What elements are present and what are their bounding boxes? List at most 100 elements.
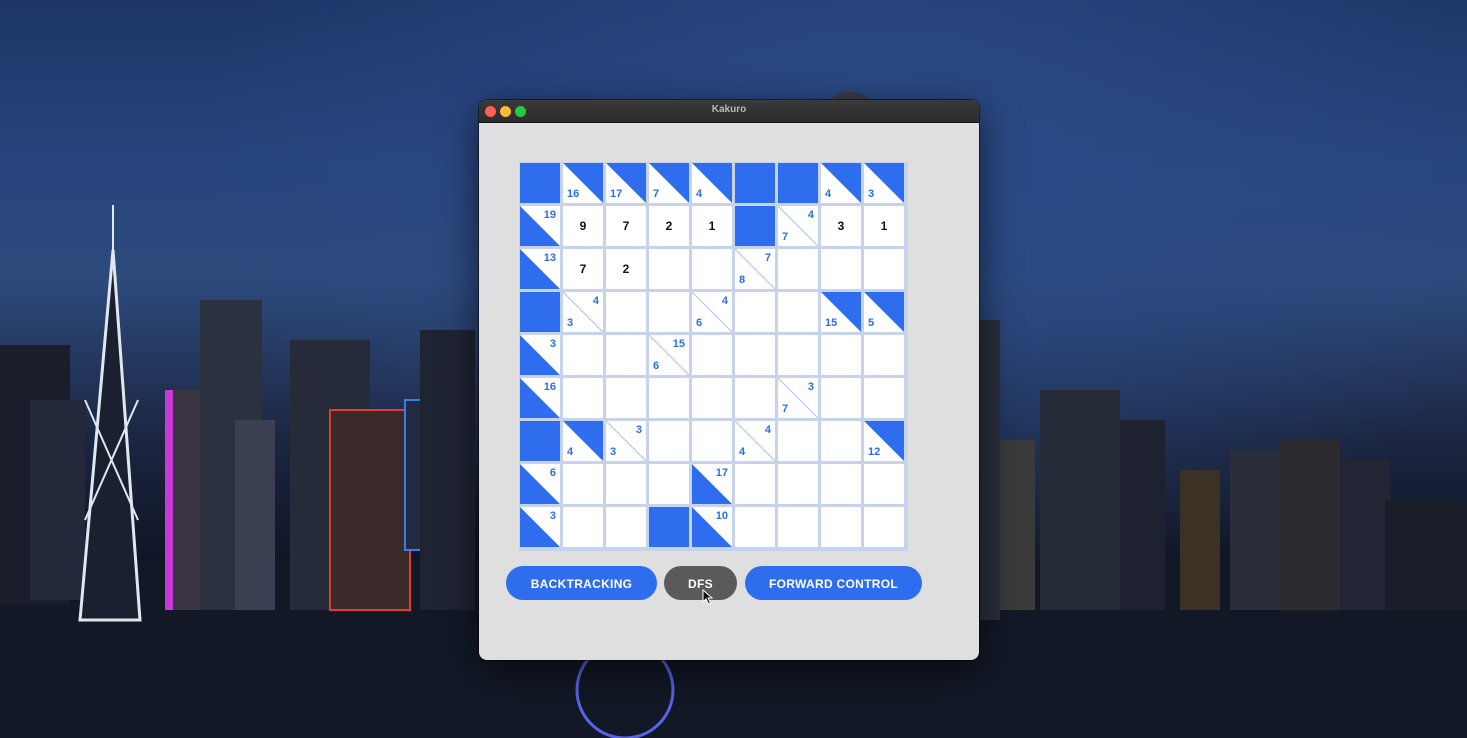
row-clue: 19 <box>543 209 556 221</box>
clue-cell: 37 <box>778 378 818 418</box>
entry-cell[interactable] <box>778 292 818 332</box>
entry-cell[interactable]: 2 <box>649 206 689 246</box>
column-clue: 8 <box>739 274 746 286</box>
entry-cell[interactable] <box>778 421 818 461</box>
entry-cell[interactable] <box>821 249 861 289</box>
row-clue: 7 <box>764 252 771 264</box>
entry-cell[interactable] <box>692 249 732 289</box>
clue-cell: 4 <box>563 421 603 461</box>
row-clue: 13 <box>543 252 556 264</box>
entry-cell[interactable] <box>606 378 646 418</box>
column-clue: 3 <box>567 317 574 329</box>
entry-cell[interactable] <box>649 249 689 289</box>
entry-cell[interactable] <box>821 464 861 504</box>
clue-cell: 5 <box>864 292 904 332</box>
block-cell <box>520 292 560 332</box>
clue-cell: 17 <box>606 163 646 203</box>
entry-cell[interactable]: 7 <box>606 206 646 246</box>
column-clue: 7 <box>653 188 660 200</box>
column-clue: 7 <box>782 403 789 415</box>
clue-cell: 15 <box>821 292 861 332</box>
title-bar[interactable]: Kakuro <box>479 100 979 123</box>
clue-cell: 4 <box>821 163 861 203</box>
entry-cell[interactable] <box>735 292 775 332</box>
clue-cell: 19 <box>520 206 560 246</box>
entry-cell[interactable] <box>821 335 861 375</box>
clue-cell: 6 <box>520 464 560 504</box>
column-clue: 4 <box>825 188 832 200</box>
entry-cell[interactable] <box>649 421 689 461</box>
clue-cell: 17 <box>692 464 732 504</box>
entry-cell[interactable] <box>864 335 904 375</box>
row-clue: 4 <box>807 209 814 221</box>
entry-cell[interactable] <box>563 507 603 547</box>
entry-cell[interactable] <box>649 292 689 332</box>
entry-cell[interactable]: 2 <box>606 249 646 289</box>
column-clue: 7 <box>782 231 789 243</box>
entry-cell[interactable] <box>692 421 732 461</box>
entry-cell[interactable] <box>864 464 904 504</box>
entry-cell[interactable]: 3 <box>821 206 861 246</box>
column-clue: 4 <box>567 446 574 458</box>
entry-cell[interactable] <box>563 335 603 375</box>
forward-control-button[interactable]: FORWARD CONTROL <box>745 566 922 600</box>
entry-cell[interactable] <box>778 507 818 547</box>
clue-cell: 33 <box>606 421 646 461</box>
block-cell <box>778 163 818 203</box>
row-clue: 3 <box>807 381 814 393</box>
entry-cell[interactable] <box>649 378 689 418</box>
column-clue: 16 <box>567 188 580 200</box>
entry-cell[interactable] <box>692 335 732 375</box>
column-clue: 6 <box>696 317 703 329</box>
entry-cell[interactable] <box>864 249 904 289</box>
entry-cell[interactable] <box>735 378 775 418</box>
entry-cell[interactable]: 1 <box>864 206 904 246</box>
row-clue: 15 <box>672 338 685 350</box>
cell-value: 2 <box>622 262 630 276</box>
window-title: Kakuro <box>711 104 747 115</box>
entry-cell[interactable] <box>692 378 732 418</box>
row-clue: 3 <box>635 424 642 436</box>
entry-cell[interactable] <box>563 464 603 504</box>
entry-cell[interactable] <box>735 507 775 547</box>
entry-cell[interactable]: 1 <box>692 206 732 246</box>
entry-cell[interactable] <box>735 335 775 375</box>
entry-cell[interactable] <box>821 378 861 418</box>
row-clue: 4 <box>721 295 728 307</box>
backtracking-button[interactable]: BACKTRACKING <box>506 566 657 600</box>
entry-cell[interactable]: 7 <box>563 249 603 289</box>
column-clue: 4 <box>739 446 746 458</box>
entry-cell[interactable] <box>563 378 603 418</box>
block-cell <box>649 507 689 547</box>
entry-cell[interactable] <box>778 464 818 504</box>
cell-value: 7 <box>622 219 630 233</box>
row-clue: 4 <box>764 424 771 436</box>
clue-cell: 43 <box>563 292 603 332</box>
entry-cell[interactable] <box>606 464 646 504</box>
column-clue: 3 <box>610 446 617 458</box>
entry-cell[interactable] <box>864 507 904 547</box>
dfs-button[interactable]: DFS <box>664 566 737 600</box>
block-cell <box>735 206 775 246</box>
entry-cell[interactable] <box>778 249 818 289</box>
entry-cell[interactable] <box>821 421 861 461</box>
entry-cell[interactable] <box>606 507 646 547</box>
entry-cell[interactable]: 9 <box>563 206 603 246</box>
entry-cell[interactable] <box>864 378 904 418</box>
block-cell <box>735 163 775 203</box>
row-clue: 16 <box>543 381 556 393</box>
entry-cell[interactable] <box>649 464 689 504</box>
entry-cell[interactable] <box>735 464 775 504</box>
kakuro-window: Kakuro 16 17 7 4 4 3 19 9 7 2 1 4 7 3 1 13 7 2 7 8 4 3 4 6 15 5 3 1… <box>479 100 979 660</box>
entry-cell[interactable] <box>821 507 861 547</box>
entry-cell[interactable] <box>778 335 818 375</box>
clue-cell: 7 <box>649 163 689 203</box>
cell-value: 2 <box>665 219 673 233</box>
column-clue: 5 <box>868 317 875 329</box>
clue-cell: 46 <box>692 292 732 332</box>
column-clue: 3 <box>868 188 875 200</box>
row-clue: 17 <box>715 467 728 479</box>
entry-cell[interactable] <box>606 335 646 375</box>
row-clue: 4 <box>592 295 599 307</box>
entry-cell[interactable] <box>606 292 646 332</box>
